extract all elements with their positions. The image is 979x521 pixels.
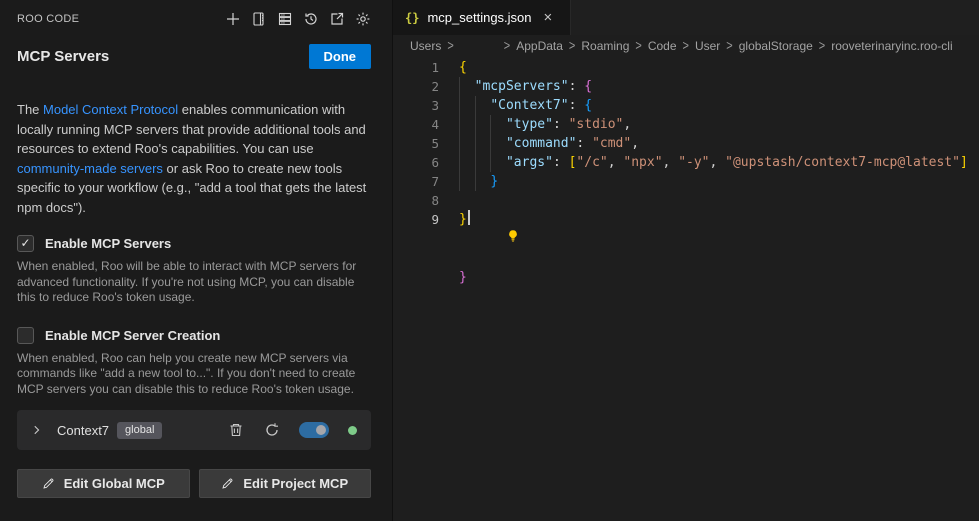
indent-guide	[475, 134, 476, 153]
json-file-icon: {}	[405, 11, 419, 25]
intro-paragraph: The Model Context Protocol enables commu…	[17, 100, 371, 217]
edit-global-mcp-button[interactable]: Edit Global MCP	[17, 469, 190, 498]
line-number: 4	[393, 115, 439, 134]
code-line: 2 "mcpServers": {	[393, 77, 979, 96]
toggle-knob	[316, 425, 326, 435]
intro-text-1: The	[17, 102, 43, 117]
indent-guide	[475, 172, 476, 191]
indent-guide	[475, 96, 476, 115]
editor-tab-bar: {} mcp_settings.json ×	[393, 0, 979, 35]
community-made-servers-link[interactable]: community-made servers	[17, 161, 163, 176]
trash-icon[interactable]	[227, 422, 244, 439]
code-lines: 1{2 "mcpServers": {3 "Context7": {4 "typ…	[393, 58, 979, 229]
code-line: 5 "command": "cmd",	[393, 134, 979, 153]
code-line: 4 "type": "stdio",	[393, 115, 979, 134]
indent-guide	[490, 134, 491, 153]
breadcrumb-item[interactable]: User	[695, 39, 720, 53]
plus-icon[interactable]	[224, 11, 241, 28]
mcp-server-row-context7: Context7 global	[17, 410, 371, 450]
done-button[interactable]: Done	[309, 44, 372, 69]
enable-mcp-server-creation-setting: Enable MCP Server Creation When enabled,…	[17, 327, 371, 398]
open-external-icon[interactable]	[328, 11, 345, 28]
indent-guide	[459, 96, 460, 115]
indent-guide	[459, 172, 460, 191]
enable-mcp-server-creation-checkbox[interactable]	[17, 327, 34, 344]
roo-code-mcp-screen: ROO CODE	[0, 0, 979, 521]
code-line: 7 }	[393, 172, 979, 191]
refresh-icon[interactable]	[263, 422, 280, 439]
panel-title: ROO CODE	[17, 13, 79, 25]
chevron-right-icon: >	[726, 39, 732, 54]
indent-guide	[475, 115, 476, 134]
text-cursor	[468, 210, 470, 225]
tab-filename: mcp_settings.json	[427, 10, 531, 25]
history-icon[interactable]	[302, 11, 319, 28]
code-editor[interactable]: 1{2 "mcpServers": {3 "Context7": {4 "typ…	[393, 57, 979, 229]
indent-guide	[459, 134, 460, 153]
chevron-right-icon: >	[683, 39, 689, 54]
line-number: 9	[393, 210, 439, 229]
lightbulb-icon[interactable]	[475, 210, 491, 268]
enable-mcp-servers-label: Enable MCP Servers	[45, 236, 171, 251]
chevron-right-icon: >	[819, 39, 825, 54]
pencil-icon	[221, 477, 234, 490]
breadcrumb-item[interactable]: Users	[410, 39, 441, 53]
line-number: 7	[393, 172, 439, 191]
line-number: 5	[393, 134, 439, 153]
indent-guide	[459, 77, 460, 96]
breadcrumb-item[interactable]: Roaming	[581, 39, 629, 53]
edit-global-mcp-label: Edit Global MCP	[64, 476, 165, 491]
breadcrumb-item[interactable]: Code	[648, 39, 677, 53]
chevron-right-icon: >	[504, 39, 510, 54]
code-line: 6 "args": ["/c", "npx", "-y", "@upstash/…	[393, 153, 979, 172]
line-number: 8	[393, 191, 439, 210]
title-row: MCP Servers Done	[17, 44, 371, 69]
pencil-icon	[42, 477, 55, 490]
indent-guide	[475, 153, 476, 172]
line-number: 6	[393, 153, 439, 172]
breadcrumb: Users > > AppData > Roaming > Code > User > globalS…	[393, 35, 979, 57]
panel-toolbar	[224, 11, 371, 28]
mcp-server-icon[interactable]	[276, 11, 293, 28]
footer-buttons: Edit Global MCP Edit Project MCP	[17, 469, 371, 498]
breadcrumb-item[interactable]: rooveterinaryinc.roo-cli	[831, 39, 952, 53]
server-enabled-toggle[interactable]	[299, 422, 329, 438]
gear-icon[interactable]	[354, 11, 371, 28]
panel-header: ROO CODE	[17, 9, 371, 29]
server-scope-badge: global	[117, 422, 162, 439]
model-context-protocol-link[interactable]: Model Context Protocol	[43, 102, 178, 117]
chevron-right-icon[interactable]	[31, 425, 42, 436]
line-number: 1	[393, 58, 439, 77]
notebook-icon[interactable]	[250, 11, 267, 28]
chevron-right-icon: >	[635, 39, 641, 54]
indent-guide	[459, 153, 460, 172]
indent-guide	[490, 153, 491, 172]
server-name: Context7	[57, 423, 109, 438]
tab-mcp-settings-json[interactable]: {} mcp_settings.json ×	[393, 0, 571, 35]
edit-project-mcp-label: Edit Project MCP	[243, 476, 348, 491]
indent-guide	[459, 115, 460, 134]
chevron-right-icon: >	[569, 39, 575, 54]
enable-mcp-server-creation-description: When enabled, Roo can help you create ne…	[17, 351, 369, 398]
enable-mcp-servers-checkbox[interactable]: ✓	[17, 235, 34, 252]
roo-code-panel: ROO CODE	[0, 0, 392, 521]
indent-guide	[490, 115, 491, 134]
close-icon[interactable]: ×	[544, 10, 553, 25]
code-line: 3 "Context7": {	[393, 96, 979, 115]
breadcrumb-item[interactable]: globalStorage	[739, 39, 813, 53]
line-number: 2	[393, 77, 439, 96]
page-title: MCP Servers	[17, 48, 109, 65]
server-status-dot	[348, 426, 357, 435]
breadcrumb-item[interactable]: AppData	[516, 39, 563, 53]
enable-mcp-servers-description: When enabled, Roo will be able to intera…	[17, 259, 369, 306]
code-line: 8 }	[393, 191, 979, 210]
edit-project-mcp-button[interactable]: Edit Project MCP	[199, 469, 372, 498]
line-number: 3	[393, 96, 439, 115]
chevron-right-icon: >	[447, 39, 453, 54]
code-line: 1{	[393, 58, 979, 77]
enable-mcp-servers-setting: ✓ Enable MCP Servers When enabled, Roo w…	[17, 235, 371, 306]
editor-group: {} mcp_settings.json × Users > > AppData > Ro…	[392, 0, 979, 521]
enable-mcp-server-creation-label: Enable MCP Server Creation	[45, 328, 220, 343]
